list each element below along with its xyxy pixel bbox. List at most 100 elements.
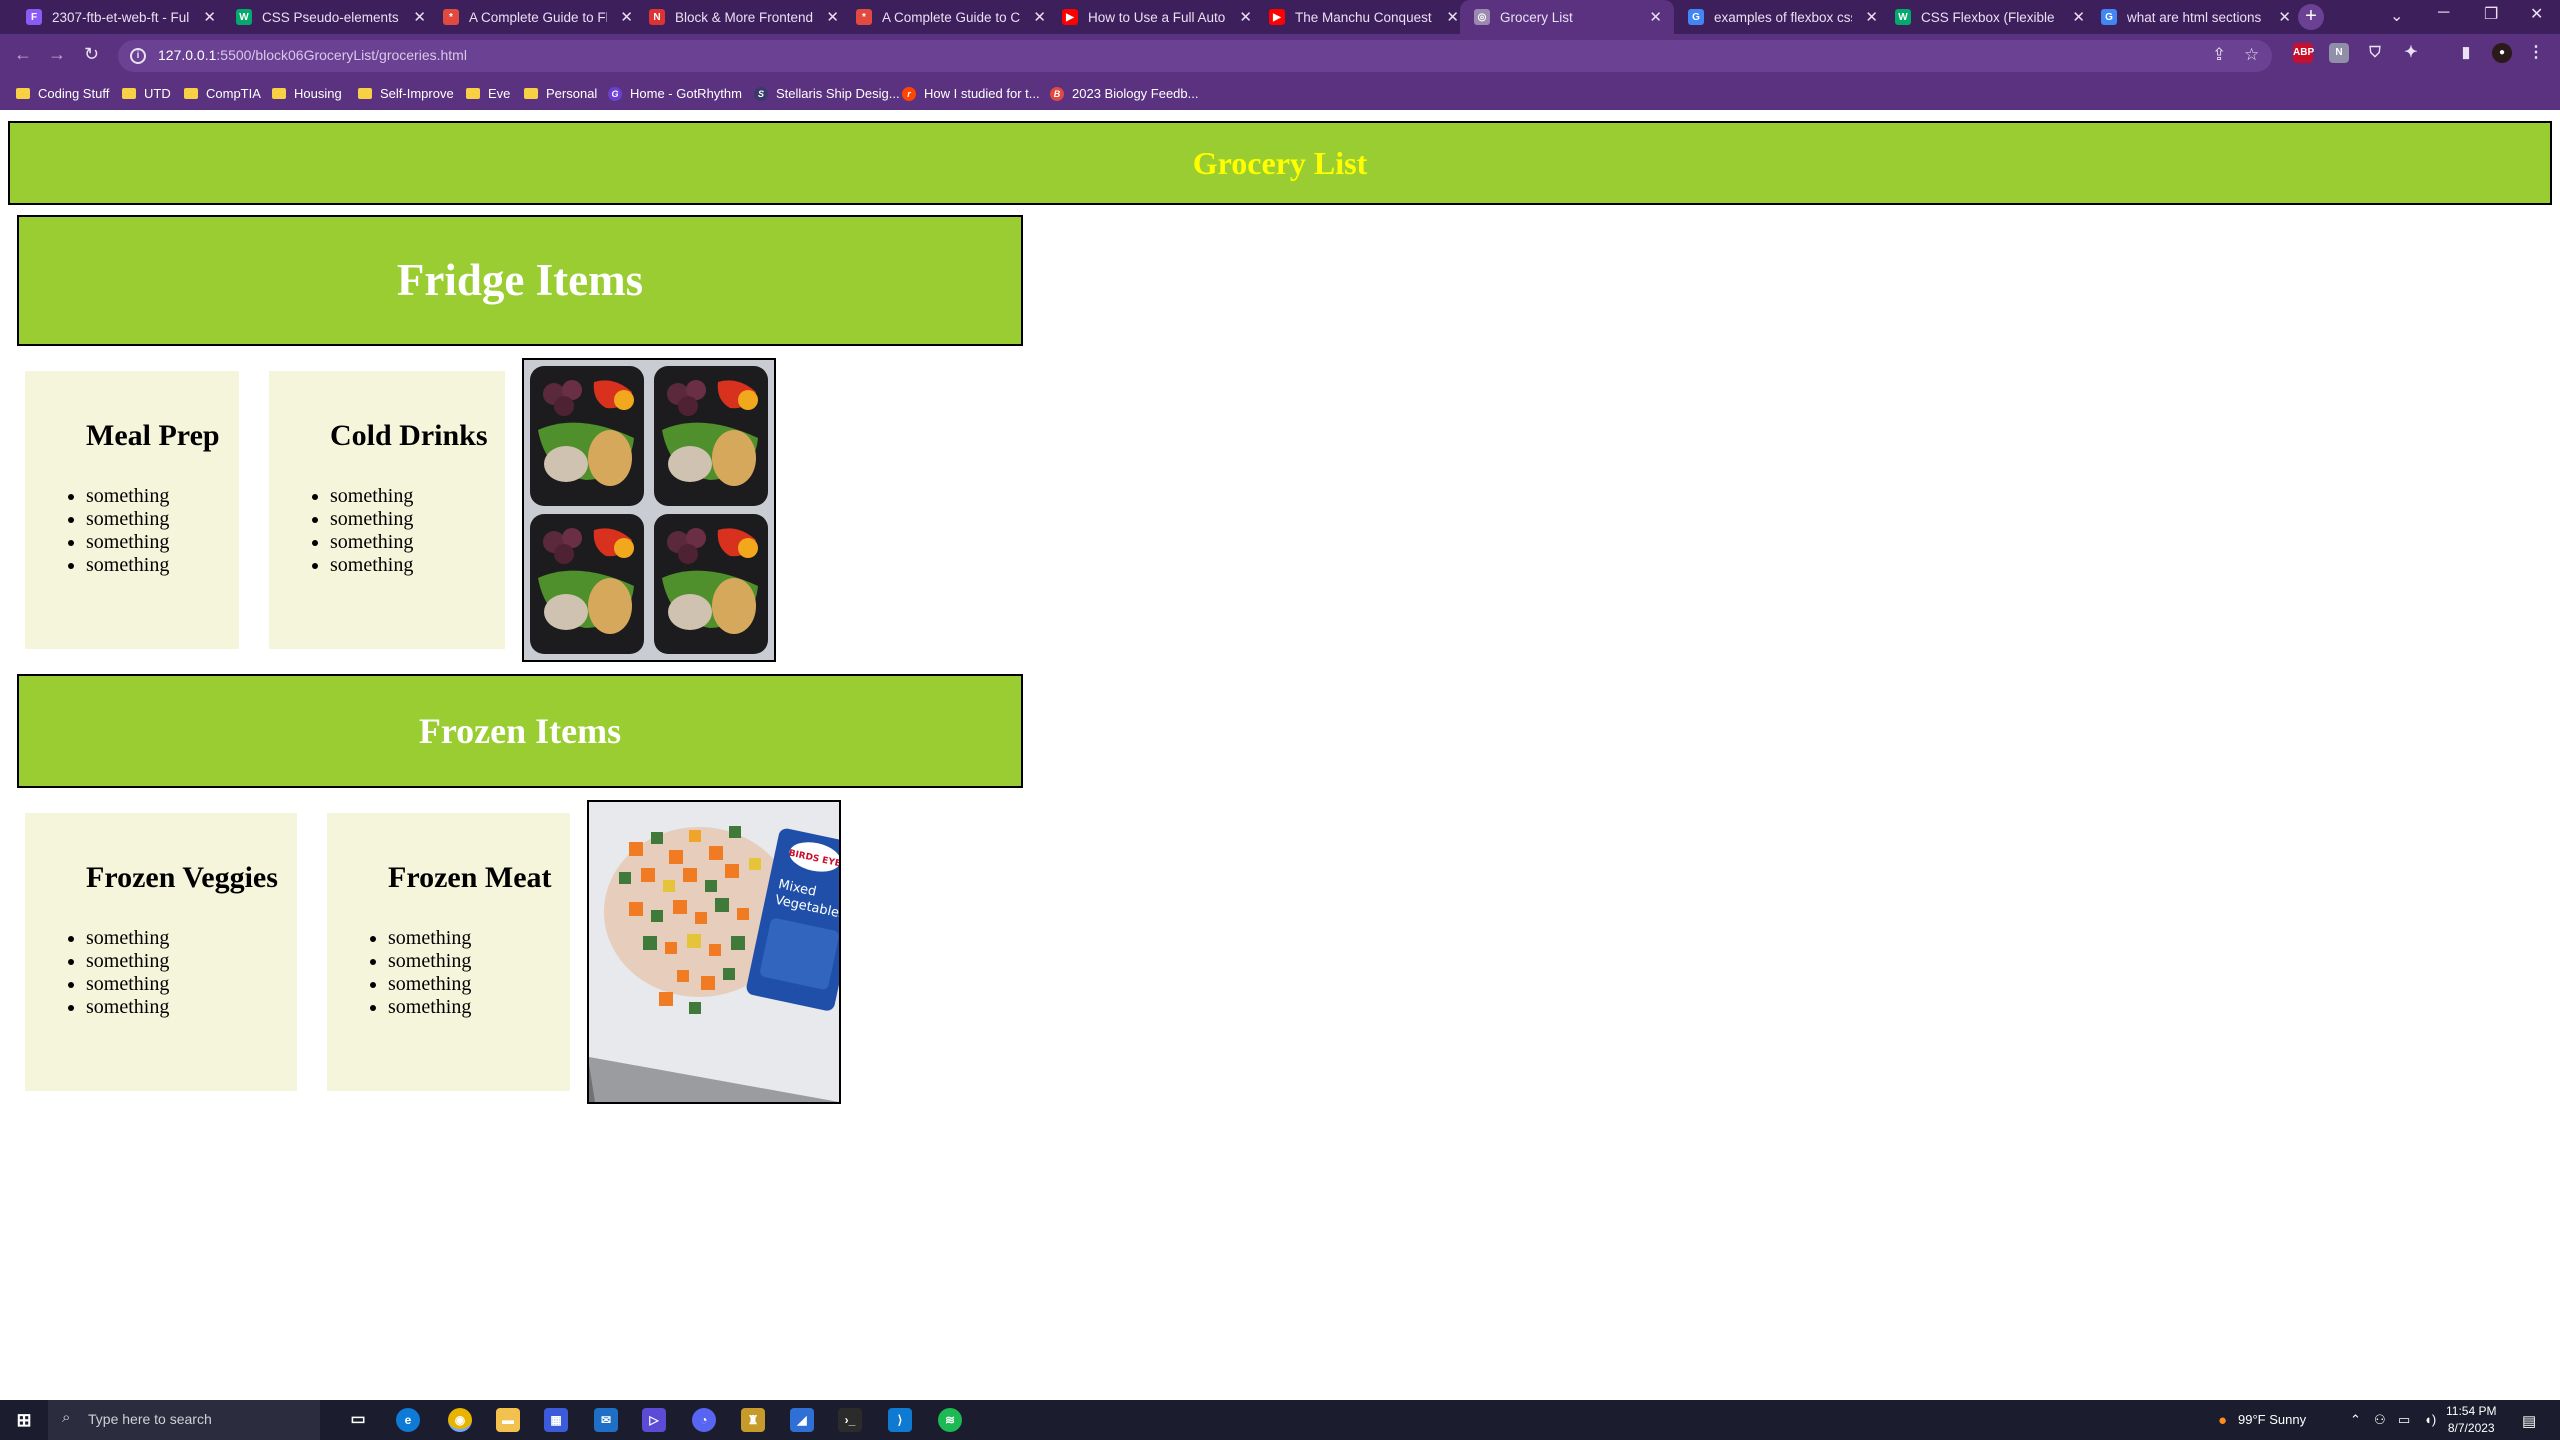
google-icon: G bbox=[2101, 9, 2117, 25]
tab-search-icon[interactable]: ⌄ bbox=[2390, 6, 2403, 26]
bookmark-label: Coding Stuff bbox=[38, 86, 110, 101]
minimize-icon[interactable]: ─ bbox=[2438, 4, 2449, 22]
file-explorer-icon[interactable]: ▬ bbox=[496, 1408, 520, 1432]
stellaris-icon: S bbox=[754, 86, 768, 101]
bookmark-folder[interactable]: Eve bbox=[466, 86, 510, 101]
back-icon[interactable]: ← bbox=[14, 44, 32, 65]
terminal-icon[interactable]: ›_ bbox=[838, 1408, 862, 1432]
spotify-icon[interactable]: ≋ bbox=[938, 1408, 962, 1432]
bookmark-link[interactable]: r How I studied for t... bbox=[902, 86, 1040, 101]
close-icon[interactable]: ✕ bbox=[1649, 8, 1662, 26]
url-text[interactable]: 127.0.0.1:5500/block06GroceryList/grocer… bbox=[158, 47, 467, 63]
card-frozen-meat: Frozen Meat something something somethin… bbox=[327, 813, 570, 1091]
avatar[interactable]: ● bbox=[2492, 43, 2512, 63]
bookmark-folder[interactable]: Self-Improve bbox=[358, 86, 454, 101]
adblock-icon[interactable]: ABP bbox=[2293, 43, 2314, 63]
close-icon[interactable]: ✕ bbox=[1446, 8, 1459, 26]
tab-label: 2307-ftb-et-web-ft - Full bbox=[52, 9, 190, 25]
remote-app-icon[interactable]: ◢ bbox=[790, 1408, 814, 1432]
close-window-icon[interactable]: ✕ bbox=[2530, 4, 2543, 24]
tab-1[interactable]: W CSS Pseudo-elements ✕ bbox=[210, 0, 438, 34]
tab-5[interactable]: ▶ How to Use a Full Auto H ✕ bbox=[1036, 0, 1264, 34]
tab-label: Grocery List bbox=[1500, 9, 1573, 25]
game-app-icon[interactable]: ♜ bbox=[741, 1408, 765, 1432]
bookmark-star-icon[interactable]: ☆ bbox=[2244, 45, 2259, 65]
tab-label: what are html sections bbox=[2127, 9, 2262, 25]
bookmark-link[interactable]: G Home - GotRhythm bbox=[608, 86, 742, 101]
bookmark-folder[interactable]: Housing bbox=[272, 86, 342, 101]
folder-icon bbox=[466, 88, 480, 99]
address-bar[interactable]: i 127.0.0.1:5500/block06GroceryList/groc… bbox=[118, 40, 2272, 72]
vscode-icon[interactable]: ⟩ bbox=[888, 1408, 912, 1432]
menu-icon[interactable]: ⋮ bbox=[2526, 43, 2546, 63]
tab-9[interactable]: W CSS Flexbox (Flexible Box ✕ bbox=[1869, 0, 2097, 34]
tab-3[interactable]: N Block & More Frontend D ✕ bbox=[623, 0, 851, 34]
reload-icon[interactable]: ↻ bbox=[84, 44, 99, 65]
card-title: Frozen Veggies bbox=[86, 861, 278, 894]
folder-icon bbox=[358, 88, 372, 99]
tab-label: CSS Pseudo-elements bbox=[262, 9, 399, 25]
shield-icon[interactable]: ⛉ bbox=[2365, 43, 2385, 63]
store-icon[interactable]: ▦ bbox=[544, 1408, 568, 1432]
site-info-icon[interactable]: i bbox=[130, 48, 146, 64]
tab-label: examples of flexbox css bbox=[1714, 9, 1852, 25]
tray-app-icon[interactable]: ⚇ bbox=[2374, 1412, 2386, 1428]
bookmark-link[interactable]: S Stellaris Ship Desig... bbox=[754, 86, 900, 101]
figma-icon: F bbox=[26, 9, 42, 25]
clock[interactable]: 11:54 PM 8/7/2023 bbox=[2446, 1403, 2496, 1437]
item-list: something something something something bbox=[86, 485, 169, 577]
meal-prep-image bbox=[522, 358, 776, 662]
extension-icon[interactable]: N bbox=[2329, 43, 2349, 63]
puzzle-icon[interactable]: ✦ bbox=[2401, 43, 2421, 63]
folder-icon bbox=[272, 88, 286, 99]
mail-icon[interactable]: ✉ bbox=[594, 1408, 618, 1432]
bookmark-folder[interactable]: CompTIA bbox=[184, 86, 261, 101]
item-list: something something something something bbox=[388, 927, 471, 1019]
bookmark-link[interactable]: B 2023 Biology Feedb... bbox=[1050, 86, 1198, 101]
globe-icon: ◎ bbox=[1474, 9, 1490, 25]
bookmarks-bar: Coding Stuff UTD CompTIA Housing Self-Im… bbox=[0, 78, 2560, 110]
edge-icon[interactable]: e bbox=[396, 1408, 420, 1432]
share-icon[interactable]: ⇪ bbox=[2212, 45, 2226, 65]
section-heading: Frozen Items bbox=[418, 711, 622, 751]
notifications-icon[interactable]: ▤ bbox=[2522, 1412, 2536, 1430]
taskbar-search[interactable]: ⌕ Type here to search bbox=[48, 1400, 320, 1440]
tray-chevron-icon[interactable]: ⌃ bbox=[2350, 1412, 2361, 1428]
card-meal-prep: Meal Prep something something something … bbox=[25, 371, 239, 649]
frozen-veggies-image: BIRDS EYE Mixed Vegetables bbox=[587, 800, 841, 1104]
tab-4[interactable]: * A Complete Guide to CSS ✕ bbox=[830, 0, 1058, 34]
new-tab-button[interactable]: + bbox=[2298, 4, 2324, 30]
list-item: something bbox=[86, 927, 169, 950]
chrome-icon[interactable]: ◉ bbox=[448, 1408, 472, 1432]
page-viewport: Grocery List Fridge Items Meal Prep some… bbox=[0, 110, 2560, 1400]
bookmark-folder[interactable]: Coding Stuff bbox=[16, 86, 109, 101]
list-item: something bbox=[86, 531, 169, 554]
windows-start-icon[interactable]: ⊞ bbox=[12, 1408, 36, 1432]
list-item: something bbox=[388, 996, 471, 1019]
side-panel-icon[interactable]: ▮ bbox=[2456, 43, 2476, 63]
discord-icon[interactable]: ◔ bbox=[692, 1408, 716, 1432]
bookmark-label: 2023 Biology Feedb... bbox=[1072, 86, 1199, 101]
tab-10[interactable]: G what are html sections ✕ bbox=[2075, 0, 2303, 34]
tab-6[interactable]: ▶ The Manchu Conquest of ✕ bbox=[1243, 0, 1471, 34]
search-icon: ⌕ bbox=[62, 1409, 71, 1426]
list-item: something bbox=[86, 508, 169, 531]
tab-0[interactable]: F 2307-ftb-et-web-ft - Full ✕ bbox=[0, 0, 228, 34]
tab-2[interactable]: * A Complete Guide to Fle ✕ bbox=[417, 0, 645, 34]
restore-icon[interactable]: ❐ bbox=[2484, 4, 2498, 24]
csstricks-icon: * bbox=[856, 9, 872, 25]
card-title: Frozen Meat bbox=[388, 861, 552, 894]
task-view-icon[interactable]: ▭ bbox=[346, 1408, 370, 1432]
tab-8[interactable]: G examples of flexbox css ✕ bbox=[1662, 0, 1890, 34]
bookmark-folder[interactable]: Personal bbox=[524, 86, 597, 101]
bookmark-folder[interactable]: UTD bbox=[122, 86, 171, 101]
tab-label: CSS Flexbox (Flexible Box bbox=[1921, 9, 2059, 25]
tab-7-active[interactable]: ◎ Grocery List ✕ bbox=[1460, 0, 1674, 34]
video-app-icon[interactable]: ▷ bbox=[642, 1408, 666, 1432]
network-icon[interactable]: ▭ bbox=[2398, 1412, 2410, 1428]
volume-icon[interactable]: ◖) bbox=[2424, 1412, 2436, 1427]
forward-icon[interactable]: → bbox=[48, 44, 66, 65]
close-icon[interactable]: ✕ bbox=[2278, 8, 2291, 26]
tab-label: The Manchu Conquest of bbox=[1295, 9, 1433, 25]
weather-text[interactable]: 99°F Sunny bbox=[2238, 1412, 2306, 1427]
